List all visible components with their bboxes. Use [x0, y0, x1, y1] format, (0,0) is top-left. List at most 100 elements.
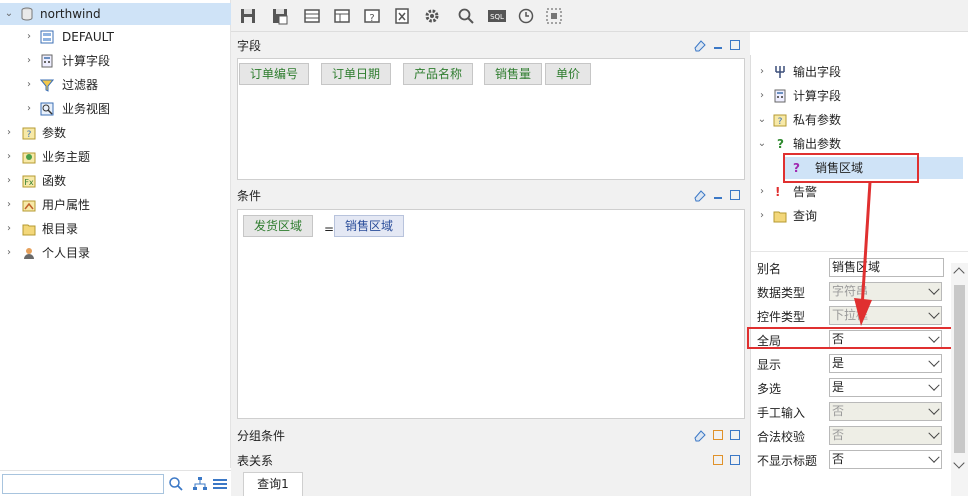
chevron-down-icon: [928, 307, 940, 319]
grid-icon[interactable]: [333, 7, 351, 25]
chevron-right-icon[interactable]: ›: [22, 50, 36, 72]
condition-left-field[interactable]: 发货区域: [243, 215, 314, 237]
chevron-down-icon[interactable]: ⌄: [755, 133, 769, 155]
prop-validation-select[interactable]: 否: [829, 426, 942, 445]
select-area-icon[interactable]: [545, 7, 563, 25]
right-tree-label: 私有参数: [793, 113, 842, 127]
minimize-icon[interactable]: [714, 47, 722, 49]
search-icon[interactable]: [168, 476, 184, 492]
chevron-right-icon[interactable]: ›: [755, 85, 769, 107]
prop-alias-input[interactable]: 销售区域: [829, 258, 944, 277]
chevron-right-icon[interactable]: ›: [755, 181, 769, 203]
excel-icon[interactable]: [393, 7, 411, 25]
prop-multi-select-select[interactable]: 是: [829, 378, 942, 397]
chevron-right-icon[interactable]: ›: [2, 122, 16, 144]
query-tab[interactable]: 查询1: [243, 472, 303, 496]
chevron-up-icon[interactable]: [953, 267, 965, 279]
maximize-icon[interactable]: [730, 455, 740, 465]
table-icon[interactable]: [303, 7, 321, 25]
tree-node-business-topic[interactable]: › 业务主题: [2, 146, 222, 168]
conditions-section-title: 条件: [237, 189, 262, 203]
fields-panel-tools: [693, 38, 753, 54]
chevron-right-icon[interactable]: ›: [755, 61, 769, 83]
chevron-right-icon[interactable]: ›: [755, 205, 769, 227]
calculator-icon: [774, 89, 786, 103]
tree-node-root-dir[interactable]: › 根目录: [2, 218, 222, 240]
tree-node-label: 函数: [42, 174, 67, 188]
tree-search-input[interactable]: [2, 474, 164, 494]
chevron-down-icon: [928, 451, 940, 463]
save-as-icon[interactable]: [271, 7, 289, 25]
restore-icon[interactable]: [713, 455, 723, 465]
tree-node-personal-dir[interactable]: › 个人目录: [2, 242, 222, 264]
chevron-right-icon[interactable]: ›: [22, 98, 36, 120]
group-section-title: 分组条件: [237, 429, 286, 443]
right-tree-calc-fields[interactable]: › 计算字段: [755, 85, 955, 107]
conditions-panel: 发货区域 = 销售区域: [237, 209, 745, 419]
chevron-down-icon[interactable]: ⌄: [2, 3, 16, 25]
chevron-right-icon[interactable]: ›: [2, 194, 16, 216]
param-help-icon[interactable]: ?: [363, 7, 381, 25]
tree-node-filter[interactable]: › 过滤器: [22, 74, 222, 96]
hierarchy-icon[interactable]: [192, 476, 208, 492]
property-scrollbar[interactable]: [951, 263, 968, 496]
field-chip[interactable]: 单价: [545, 63, 592, 85]
folder-icon: [22, 224, 36, 236]
prop-data-type-select[interactable]: 字符串: [829, 282, 942, 301]
tree-node-functions[interactable]: › Fx 函数: [2, 170, 222, 192]
right-tree-private-params[interactable]: ⌄ ? 私有参数: [755, 109, 955, 131]
chevron-right-icon[interactable]: ›: [2, 242, 16, 264]
chevron-down-icon[interactable]: [953, 457, 965, 469]
clock-icon[interactable]: [517, 7, 535, 25]
right-tree-output-fields[interactable]: › 输出字段: [755, 61, 955, 83]
right-tree-output-params[interactable]: ⌄ ? 输出参数: [755, 133, 955, 155]
field-chip[interactable]: 订单日期: [321, 63, 392, 85]
highlight-box: [783, 153, 919, 183]
search-icon[interactable]: [457, 7, 475, 25]
prop-hide-title: 不显示标题 否: [751, 448, 951, 472]
question-icon: ?: [777, 137, 784, 151]
user-attribute-icon: [22, 200, 36, 212]
list-view-icon[interactable]: [212, 476, 228, 492]
eraser-icon[interactable]: [693, 38, 707, 52]
tree-node-label: 用户属性: [42, 198, 91, 212]
prop-manual-input-select[interactable]: 否: [829, 402, 942, 421]
eraser-icon[interactable]: [693, 428, 707, 442]
tree-node-params[interactable]: › ? 参数: [2, 122, 222, 144]
restore-icon[interactable]: [713, 430, 723, 440]
prop-hide-title-select[interactable]: 否: [829, 450, 942, 469]
maximize-icon[interactable]: [730, 430, 740, 440]
tree-node-business-view[interactable]: › 业务视图: [22, 98, 222, 120]
chevron-right-icon[interactable]: ›: [2, 218, 16, 240]
save-icon[interactable]: [239, 7, 257, 25]
sql-icon[interactable]: SQL: [487, 7, 507, 25]
maximize-icon[interactable]: [730, 190, 740, 200]
chevron-right-icon[interactable]: ›: [22, 26, 36, 48]
tree-node-label: 参数: [42, 126, 67, 140]
maximize-icon[interactable]: [730, 40, 740, 50]
toolbar: ? SQL: [231, 0, 968, 32]
eraser-icon[interactable]: [693, 188, 707, 202]
prop-value: 否: [832, 428, 845, 442]
tree-node-default[interactable]: › DEFAULT: [22, 26, 222, 48]
prop-label: 多选: [757, 382, 782, 396]
chevron-right-icon[interactable]: ›: [2, 146, 16, 168]
chevron-right-icon[interactable]: ›: [2, 170, 16, 192]
relation-panel-tools: [693, 453, 753, 469]
svg-text:?: ?: [27, 130, 32, 140]
minimize-icon[interactable]: [714, 197, 722, 199]
tree-node-calc-fields[interactable]: › 计算字段: [22, 50, 222, 72]
resource-tree: ⌄ northwind › DEFAULT › 计算字段 › 过滤器 › 业务视…: [0, 0, 231, 468]
tree-node-northwind[interactable]: ⌄ northwind: [0, 3, 231, 25]
chevron-down-icon[interactable]: ⌄: [755, 109, 769, 131]
field-chip[interactable]: 订单编号: [239, 63, 310, 85]
field-chip[interactable]: 销售量: [484, 63, 543, 85]
field-chip[interactable]: 产品名称: [403, 63, 474, 85]
chevron-right-icon[interactable]: ›: [22, 74, 36, 96]
gear-icon[interactable]: [423, 7, 441, 25]
scrollbar-thumb[interactable]: [954, 285, 965, 453]
tree-node-user-attrs[interactable]: › 用户属性: [2, 194, 222, 216]
condition-right-param[interactable]: 销售区域: [334, 215, 405, 237]
prop-display-select[interactable]: 是: [829, 354, 942, 373]
prop-control-type-select[interactable]: 下拉框: [829, 306, 942, 325]
